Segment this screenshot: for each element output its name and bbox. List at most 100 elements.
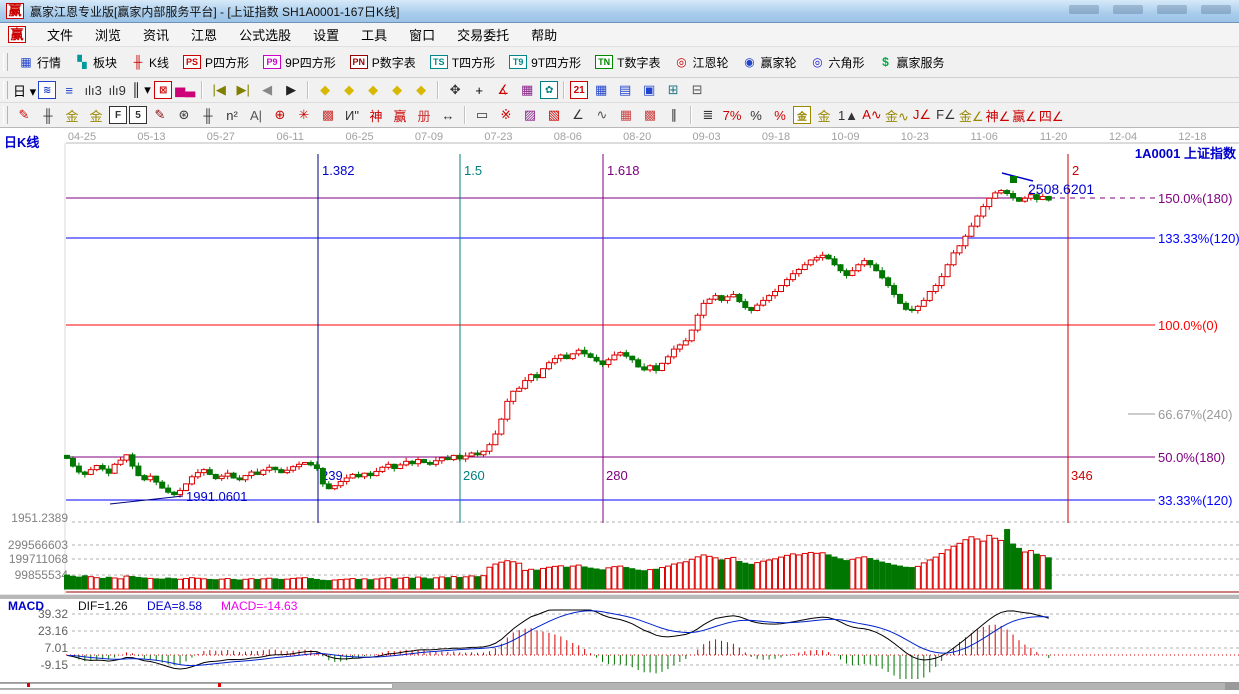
menu-item-窗口[interactable]: 窗口 (398, 28, 446, 43)
window-control-4[interactable] (1201, 5, 1231, 14)
horizontal-scrollbar[interactable] (0, 682, 1239, 690)
red-rays-icon[interactable]: ※ (495, 105, 517, 125)
bars-9-icon[interactable]: ılı9 (106, 80, 128, 100)
gold-gann-2-icon[interactable]: 金 (85, 105, 107, 125)
toolbar-button-9t-square[interactable]: T9 9T四方形 (502, 54, 588, 71)
five-spiral-icon[interactable]: 5 (129, 106, 147, 124)
shen-angle-icon[interactable]: 神∠ (986, 105, 1011, 125)
grid-ruler-icon[interactable]: ╫ (197, 105, 219, 125)
macd-indicator-name[interactable]: MACD (8, 599, 44, 613)
window-control-3[interactable] (1157, 5, 1187, 14)
info-list-icon[interactable]: ≡ (58, 80, 80, 100)
diamond-star-icon[interactable]: ◆ (410, 80, 432, 100)
one-triangle-icon[interactable]: 1▲ (837, 105, 859, 125)
purple-fan-icon[interactable]: ▨ (519, 105, 541, 125)
wave-zigzag-icon[interactable]: ∿ (591, 105, 613, 125)
gold-gann-1-icon[interactable]: 金 (61, 105, 83, 125)
save-floppy-icon[interactable]: ▣ (638, 80, 660, 100)
toolbar-button-t-number-table[interactable]: TN T数字表 (588, 54, 667, 71)
period-day-dropdown-icon[interactable]: 日 ▾ (13, 80, 36, 100)
toolbar-button-sectors[interactable]: ▚ 板块 (68, 54, 124, 71)
k-mark-icon[interactable]: И" (341, 105, 363, 125)
f-ruler-icon[interactable]: F (109, 106, 127, 124)
volume-profile-icon[interactable]: ▅▃ (174, 80, 196, 100)
a-wave-icon[interactable]: A∿ (861, 105, 883, 125)
purple-grid-tool-icon[interactable]: ▦ (516, 80, 538, 100)
j-angle-icon[interactable]: J∠ (911, 105, 933, 125)
teal-pattern-tool-icon[interactable]: ✿ (540, 81, 559, 99)
diamond-both-icon[interactable]: ◆ (362, 80, 384, 100)
gold-lines-icon[interactable]: 金 (813, 105, 835, 125)
menu-item-交易委托[interactable]: 交易委托 (446, 28, 520, 43)
calculator-icon[interactable]: ▦ (590, 80, 612, 100)
toolbar-button-kline[interactable]: ╫ K线 (124, 54, 176, 71)
zoom-pattern-icon[interactable]: ≋ (38, 81, 57, 99)
parallel-lines-icon[interactable]: ∥ (663, 105, 685, 125)
width-span-icon[interactable]: ↔ (437, 105, 459, 125)
red-circle-cross-icon[interactable]: ⊕ (269, 105, 291, 125)
toolbar-button-quotes[interactable]: ▦ 行情 (12, 54, 68, 71)
percent-line-icon[interactable]: % (769, 105, 791, 125)
n-squared-icon[interactable]: n² (221, 105, 243, 125)
gold-angle-icon[interactable]: 金∠ (959, 105, 984, 125)
angle-lines-icon[interactable]: ∠ (567, 105, 589, 125)
window-control-2[interactable] (1113, 5, 1143, 14)
toolbar-button-hexagon[interactable]: ◎ 六角形 (804, 54, 872, 71)
seven-percent-icon[interactable]: 7% (721, 105, 743, 125)
menu-item-工具[interactable]: 工具 (350, 28, 398, 43)
crosshair-icon[interactable]: + (468, 80, 490, 100)
next-bar-icon[interactable]: ▶ (280, 80, 302, 100)
rect-select-icon[interactable]: ▭ (471, 105, 493, 125)
window-control-1[interactable] (1069, 5, 1099, 14)
toolbar-button-p-number-table[interactable]: PN P数字表 (343, 54, 423, 71)
red-starburst-icon[interactable]: ✳ (293, 105, 315, 125)
menu-item-浏览[interactable]: 浏览 (84, 28, 132, 43)
gann-pattern-red-icon[interactable]: ⊠ (154, 81, 173, 99)
last-bar-icon[interactable]: ▶| (232, 80, 254, 100)
angle-pin-icon[interactable]: ∡ (492, 80, 514, 100)
pan-hand-icon[interactable]: ✥ (444, 80, 466, 100)
toolbar-button-p-square[interactable]: PS P四方形 (176, 54, 256, 71)
shen-tool-icon[interactable]: 神 (365, 105, 387, 125)
toolbar-button-gann-wheel[interactable]: ◎ 江恩轮 (667, 54, 735, 71)
menu-item-文件[interactable]: 文件 (36, 28, 84, 43)
menu-item-资讯[interactable]: 资讯 (132, 28, 180, 43)
draw-pen-icon[interactable]: ✎ (13, 105, 35, 125)
toolbar-button-9p-square[interactable]: P9 9P四方形 (256, 54, 343, 71)
candle-style-dropdown-icon[interactable]: ║ ▾ (130, 80, 152, 100)
toolbar-button-winner-service[interactable]: $ 赢家服务 (872, 54, 952, 71)
first-bar-icon[interactable]: |◀ (208, 80, 230, 100)
si-angle-icon[interactable]: 四∠ (1039, 105, 1064, 125)
diamond-cross-icon[interactable]: ◆ (386, 80, 408, 100)
toolbar-button-t-square[interactable]: TS T四方形 (423, 54, 502, 71)
diamond-left-icon[interactable]: ◆ (314, 80, 336, 100)
printer-icon[interactable]: ⊟ (686, 80, 708, 100)
menu-item-帮助[interactable]: 帮助 (520, 28, 568, 43)
step-scale-icon[interactable]: ≣ (697, 105, 719, 125)
f-angle-icon[interactable]: F∠ (935, 105, 957, 125)
gann-grid-small-icon[interactable]: ╫ (37, 105, 59, 125)
ying-tool-icon[interactable]: 赢 (389, 105, 411, 125)
ying-angle-icon[interactable]: 赢∠ (1012, 105, 1037, 125)
menu-item-设置[interactable]: 设置 (302, 28, 350, 43)
gold-wave-icon[interactable]: 金∿ (885, 105, 909, 125)
circle-divisions-icon[interactable]: ⊛ (173, 105, 195, 125)
pen-ruler-icon[interactable]: ✎ (149, 105, 171, 125)
bars-3-icon[interactable]: ılı3 (82, 80, 104, 100)
gold-circle-icon[interactable]: 金 (793, 106, 811, 124)
red-grid-2-icon[interactable]: ▩ (639, 105, 661, 125)
menu-item-公式选股[interactable]: 公式选股 (228, 28, 302, 43)
toolbar-button-winner-wheel[interactable]: ◉ 赢家轮 (735, 54, 803, 71)
prev-bar-icon[interactable]: ◀ (256, 80, 278, 100)
save-web-icon[interactable]: ⊞ (662, 80, 684, 100)
grid-table-icon[interactable]: 册 (413, 105, 435, 125)
red-fan-box-icon[interactable]: ▧ (543, 105, 565, 125)
red-web-box-icon[interactable]: ▩ (317, 105, 339, 125)
percent-icon[interactable]: % (745, 105, 767, 125)
a-mirror-icon[interactable]: A| (245, 105, 267, 125)
scrollbar-track[interactable] (0, 683, 393, 689)
calendar-21-icon[interactable]: 21 (570, 81, 589, 99)
notepad-icon[interactable]: ▤ (614, 80, 636, 100)
menu-item-江恩[interactable]: 江恩 (180, 28, 228, 43)
red-grid-1-icon[interactable]: ▦ (615, 105, 637, 125)
